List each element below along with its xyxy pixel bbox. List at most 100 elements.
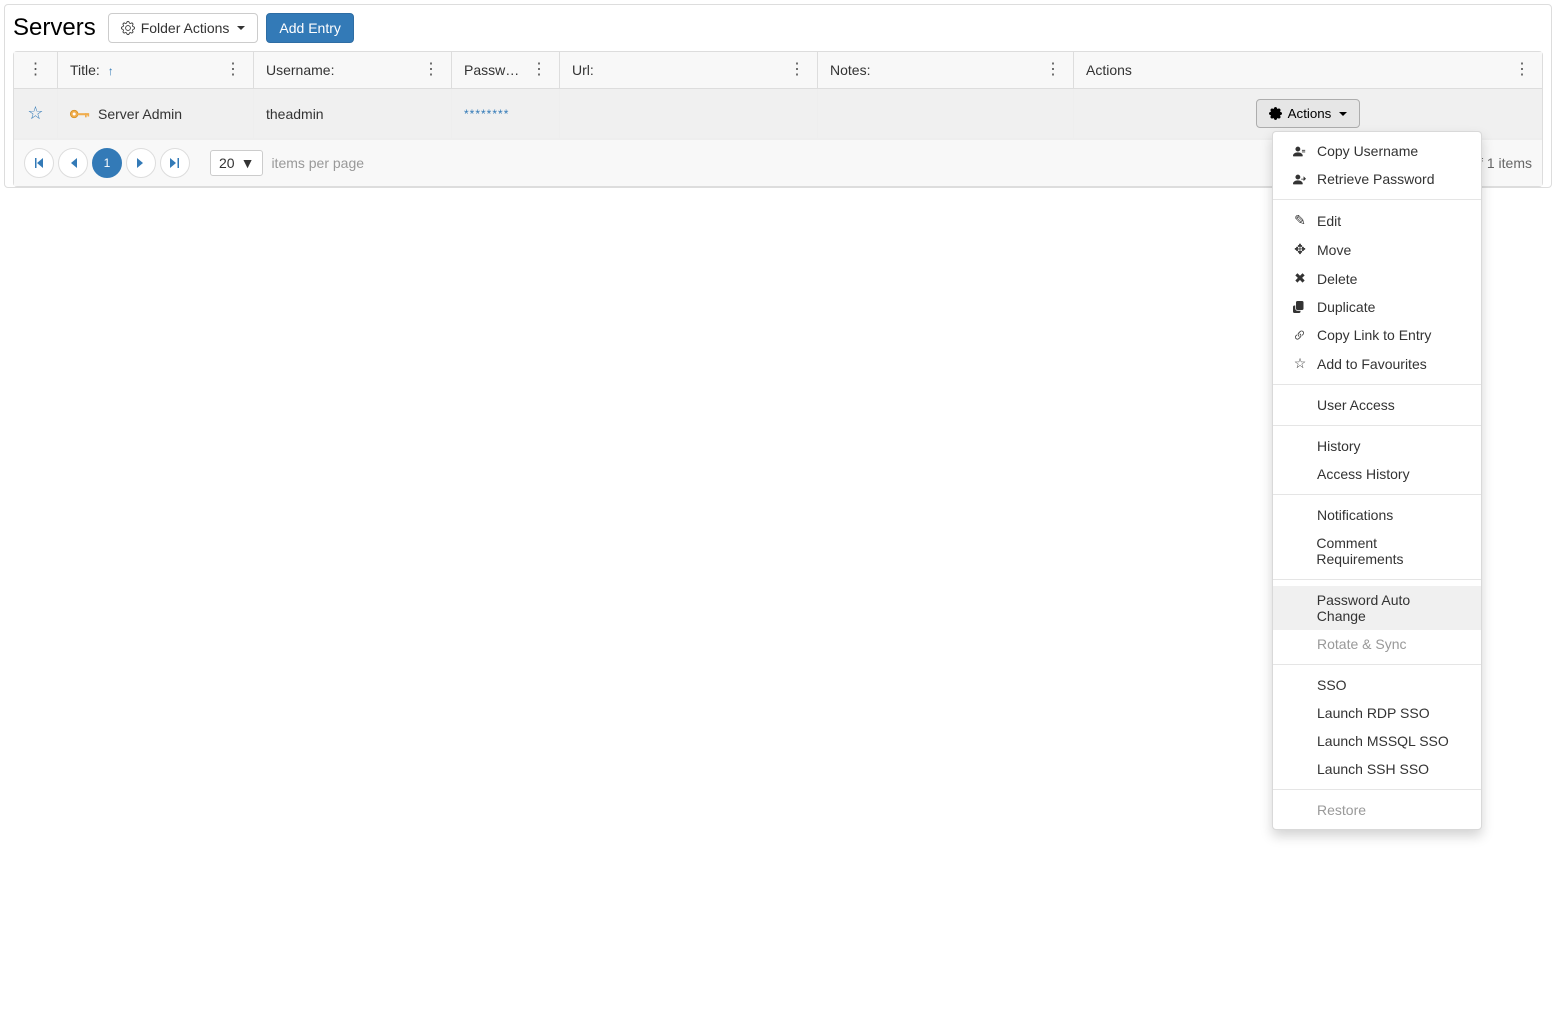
duplicate-icon	[1293, 301, 1307, 313]
folder-actions-label: Folder Actions	[141, 20, 230, 36]
page-size-selector[interactable]: 20 ▼ items per page	[210, 150, 364, 176]
menu-label: Move	[1317, 242, 1351, 258]
menu-label: Launch SSH SSO	[1317, 761, 1429, 777]
menu-delete[interactable]: ✖ Delete	[1273, 264, 1481, 293]
pager-prev-button[interactable]	[58, 148, 88, 178]
menu-label: Password Auto Change	[1317, 592, 1461, 624]
star-icon: ☆	[1293, 355, 1307, 372]
divider	[1273, 425, 1481, 426]
menu-label: Notifications	[1317, 507, 1393, 523]
divider	[1273, 199, 1481, 200]
menu-notifications[interactable]: Notifications	[1273, 501, 1481, 529]
menu-label: User Access	[1317, 397, 1395, 413]
column-title[interactable]: Title: ↑ ⋮	[58, 52, 254, 88]
menu-label: Copy Link to Entry	[1317, 327, 1431, 343]
row-password-mask[interactable]: ********	[464, 107, 509, 121]
menu-access-history[interactable]: Access History	[1273, 460, 1481, 488]
menu-label: Duplicate	[1317, 299, 1375, 315]
kebab-icon[interactable]: ⋮	[1045, 62, 1061, 78]
menu-label: Add to Favourites	[1317, 356, 1427, 372]
link-icon	[1293, 329, 1307, 342]
menu-retrieve-password[interactable]: Retrieve Password	[1273, 165, 1481, 193]
kebab-icon[interactable]: ⋮	[1514, 62, 1530, 78]
menu-move[interactable]: ✥ Move	[1273, 235, 1481, 264]
kebab-icon[interactable]: ⋮	[28, 62, 44, 78]
menu-label: Launch RDP SSO	[1317, 705, 1430, 721]
menu-sso[interactable]: SSO	[1273, 671, 1481, 699]
menu-copy-username[interactable]: Copy Username	[1273, 137, 1481, 165]
items-per-page-label: items per page	[271, 155, 364, 171]
column-url-label: Url:	[572, 62, 594, 78]
row-title: Server Admin	[98, 106, 182, 122]
menu-label: SSO	[1317, 677, 1347, 693]
folder-actions-button[interactable]: Folder Actions	[108, 13, 259, 43]
divider	[1273, 579, 1481, 580]
column-username[interactable]: Username: ⋮	[254, 52, 452, 88]
entries-grid: ⋮ Title: ↑ ⋮ Username: ⋮ Passw… ⋮ Url: ⋮	[13, 51, 1543, 187]
caret-down-icon: ▼	[241, 155, 255, 171]
sort-asc-icon: ↑	[108, 64, 114, 78]
menu-launch-mssql-sso[interactable]: Launch MSSQL SSO	[1273, 727, 1481, 755]
retrieve-password-icon	[1293, 173, 1307, 186]
menu-edit[interactable]: ✎ Edit	[1273, 206, 1481, 235]
menu-restore: Restore	[1273, 796, 1481, 824]
column-url[interactable]: Url: ⋮	[560, 52, 818, 88]
menu-label: Comment Requirements	[1316, 535, 1461, 567]
menu-launch-rdp-sso[interactable]: Launch RDP SSO	[1273, 699, 1481, 727]
caret-down-icon	[1339, 112, 1347, 116]
column-password[interactable]: Passw… ⋮	[452, 52, 560, 88]
page-size-value: 20	[219, 155, 235, 171]
pager-next-button[interactable]	[126, 148, 156, 178]
actions-dropdown: Copy Username Retrieve Password ✎ Edit ✥…	[1272, 131, 1482, 830]
menu-duplicate[interactable]: Duplicate	[1273, 293, 1481, 321]
divider	[1273, 384, 1481, 385]
table-row[interactable]: ☆ Server Admin theadmin ********	[14, 89, 1542, 139]
pager-first-button[interactable]	[24, 148, 54, 178]
star-icon[interactable]: ☆	[27, 103, 43, 124]
menu-label: Edit	[1317, 213, 1341, 229]
pager-page-1[interactable]: 1	[92, 148, 122, 178]
menu-label: Rotate & Sync	[1317, 636, 1407, 652]
menu-password-auto-change[interactable]: Password Auto Change	[1273, 586, 1481, 630]
column-notes-label: Notes:	[830, 62, 870, 78]
pager: 1	[24, 148, 190, 178]
column-password-label: Passw…	[464, 62, 519, 78]
menu-add-favourites[interactable]: ☆ Add to Favourites	[1273, 349, 1481, 378]
divider	[1273, 789, 1481, 790]
kebab-icon[interactable]: ⋮	[531, 62, 547, 78]
menu-label: Launch MSSQL SSO	[1317, 733, 1449, 749]
menu-rotate-sync: Rotate & Sync	[1273, 630, 1481, 658]
menu-launch-ssh-sso[interactable]: Launch SSH SSO	[1273, 755, 1481, 783]
delete-icon: ✖	[1293, 270, 1307, 287]
kebab-icon[interactable]: ⋮	[789, 62, 805, 78]
grid-header: ⋮ Title: ↑ ⋮ Username: ⋮ Passw… ⋮ Url: ⋮	[14, 52, 1542, 89]
row-actions-button[interactable]: Actions	[1256, 99, 1361, 128]
column-actions-label: Actions	[1086, 62, 1132, 78]
column-handle: ⋮	[14, 52, 58, 88]
menu-label: Access History	[1317, 466, 1410, 482]
gear-icon	[121, 21, 135, 35]
gear-icon	[1269, 107, 1282, 120]
divider	[1273, 494, 1481, 495]
menu-label: Delete	[1317, 271, 1357, 287]
menu-user-access[interactable]: User Access	[1273, 391, 1481, 419]
move-icon: ✥	[1293, 241, 1307, 258]
column-notes[interactable]: Notes: ⋮	[818, 52, 1074, 88]
column-title-label: Title:	[70, 62, 100, 78]
menu-copy-link[interactable]: Copy Link to Entry	[1273, 321, 1481, 349]
menu-label: History	[1317, 438, 1361, 454]
actions-button-label: Actions	[1288, 106, 1332, 121]
kebab-icon[interactable]: ⋮	[225, 62, 241, 78]
caret-down-icon	[237, 26, 245, 30]
pencil-icon: ✎	[1293, 212, 1307, 229]
column-actions: Actions ⋮	[1074, 52, 1542, 88]
menu-history[interactable]: History	[1273, 432, 1481, 460]
menu-label: Retrieve Password	[1317, 171, 1435, 187]
add-entry-button[interactable]: Add Entry	[266, 13, 353, 43]
copy-user-icon	[1293, 145, 1307, 158]
kebab-icon[interactable]: ⋮	[423, 62, 439, 78]
pager-last-button[interactable]	[160, 148, 190, 178]
menu-comment-requirements[interactable]: Comment Requirements	[1273, 529, 1481, 573]
divider	[1273, 664, 1481, 665]
row-username: theadmin	[266, 106, 324, 122]
